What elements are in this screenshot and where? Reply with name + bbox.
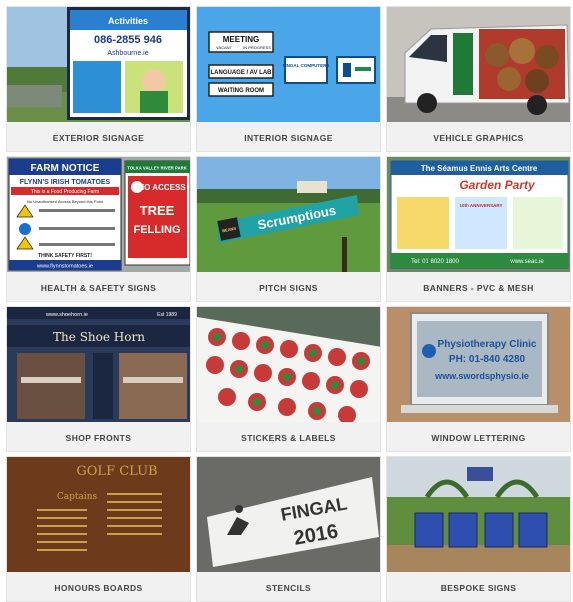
window-web-text: www.swordsphysio.ie [434,371,529,381]
tile-shop-fronts[interactable]: www.shoehorn.ie Est 1989 The Shoe Horn S… [6,306,191,452]
tile-banners[interactable]: The Séamus Ennis Arts Centre Garden Part… [386,156,571,302]
tile-window-lettering[interactable]: Physiotherapy Clinic PH: 01-840 4280 www… [386,306,571,452]
banner-sub-text: Garden Party [459,178,536,192]
window-clinic-text: Physiotherapy Clinic [438,339,537,350]
interior-waiting-text: WAITING ROOM [218,88,264,94]
hs-felling-text: FELLING [133,224,180,236]
tile-health-safety-signs[interactable]: FARM NOTICE FLYNN'S IRISH TOMATOES This … [6,156,191,302]
tile-window-lettering-label: WINDOW LETTERING [431,432,526,443]
hs-park-text: TOLKA VALLEY RIVER PARK [127,166,188,171]
tile-interior-signage-label: INTERIOR SIGNAGE [244,132,333,143]
honours-boards-photo: GOLF CLUB Captains [7,457,190,572]
interior-meeting-text: MEETING [223,35,259,44]
exterior-phone-text: 086-2855 946 [94,34,162,46]
tile-shop-fronts-label: SHOP FRONTS [65,432,132,443]
hs-tree-text: TREE [140,203,175,218]
honours-captains-text: Captains [57,492,98,502]
tile-banners-label: BANNERS - PVC & MESH [423,282,534,293]
tile-pitch-signs-label: PITCH SIGNS [259,282,318,293]
banner-anniv-text: 10th ANNIVERSARY [460,203,503,208]
interior-signage-photo: MEETING VACANT IN PROGRESS LANGUAGE / AV… [197,7,380,122]
exterior-signage-photo: Activities 086-2855 946 Ashbourne.ie [7,7,190,122]
tile-stickers-labels-label: STICKERS & LABELS [241,432,336,443]
shop-url-text: www.shoehorn.ie [45,312,88,318]
tile-stickers-labels[interactable]: STICKERS & LABELS [196,306,381,452]
window-ph-text: PH: 01-840 4280 [449,354,526,365]
hs-web-text: www.flynnstomatoes.ie [36,264,93,270]
hs-think-text: THINK SAFETY FIRST! [38,253,92,259]
tile-honours-boards[interactable]: GOLF CLUB Captains HONOURS BOARDS [6,456,191,602]
pitch-signs-photo: Scrumptious BEANS [197,157,380,272]
tile-health-safety-label: HEALTH & SAFETY SIGNS [40,282,157,293]
banner-web-text: www.seac.ie [509,259,544,265]
interior-fingal-text: FINGAL COMPUTERS [283,63,330,68]
hs-no-access-text: NO ACCESS [138,183,186,192]
interior-vacant-text: VACANT [216,45,232,50]
shop-name-text: The Shoe Horn [53,330,145,344]
exterior-web-text: Ashbourne.ie [107,50,148,57]
window-lettering-photo: Physiotherapy Clinic PH: 01-840 4280 www… [387,307,570,422]
banners-photo: The Séamus Ennis Arts Centre Garden Part… [387,157,570,272]
tile-vehicle-graphics-label: VEHICLE GRAPHICS [433,132,524,143]
health-safety-photo: FARM NOTICE FLYNN'S IRISH TOMATOES This … [7,157,190,272]
tile-stencils-label: STENCILS [265,582,312,593]
tile-bespoke-signs[interactable]: BESPOKE SIGNS [386,456,571,602]
banner-tel-text: Tel: 01 8020 1800 [411,259,459,265]
hs-flynns-text: FLYNN'S IRISH TOMATOES [20,179,111,186]
interior-inprogress-text: IN PROGRESS [243,45,271,50]
exterior-brand-text: Activities [108,16,148,26]
honours-club-text: GOLF CLUB [76,464,157,479]
vehicle-graphics-photo [387,7,570,122]
tile-stencils[interactable]: FINGAL 2016 STENCILS [196,456,381,602]
hs-farm-notice-text: FARM NOTICE [31,163,100,174]
tile-exterior-signage[interactable]: Activities 086-2855 946 Ashbourne.ie EXT… [6,6,191,152]
banner-title-text: The Séamus Ennis Arts Centre [421,164,538,173]
stickers-labels-photo [197,307,380,422]
shop-fronts-photo: www.shoehorn.ie Est 1989 The Shoe Horn [7,307,190,422]
tile-interior-signage[interactable]: MEETING VACANT IN PROGRESS LANGUAGE / AV… [196,6,381,152]
interior-lab-text: LANGUAGE / AV LAB [211,70,273,76]
hs-line1-text: This is a Food Producing Farm [31,189,99,195]
hs-no-unauth-text: No Unauthorised Access Beyond this Point [27,199,104,204]
tile-vehicle-graphics[interactable]: VEHICLE GRAPHICS [386,6,571,152]
signage-category-grid: Activities 086-2855 946 Ashbourne.ie EXT… [0,0,573,602]
stencils-photo: FINGAL 2016 [197,457,380,572]
tile-exterior-signage-label: EXTERIOR SIGNAGE [52,132,145,143]
tile-pitch-signs[interactable]: Scrumptious BEANS PITCH SIGNS [196,156,381,302]
bespoke-signs-photo [387,457,570,572]
tile-bespoke-signs-label: BESPOKE SIGNS [440,582,517,593]
shop-est-text: Est 1989 [157,312,177,318]
tile-honours-boards-label: HONOURS BOARDS [54,582,143,593]
